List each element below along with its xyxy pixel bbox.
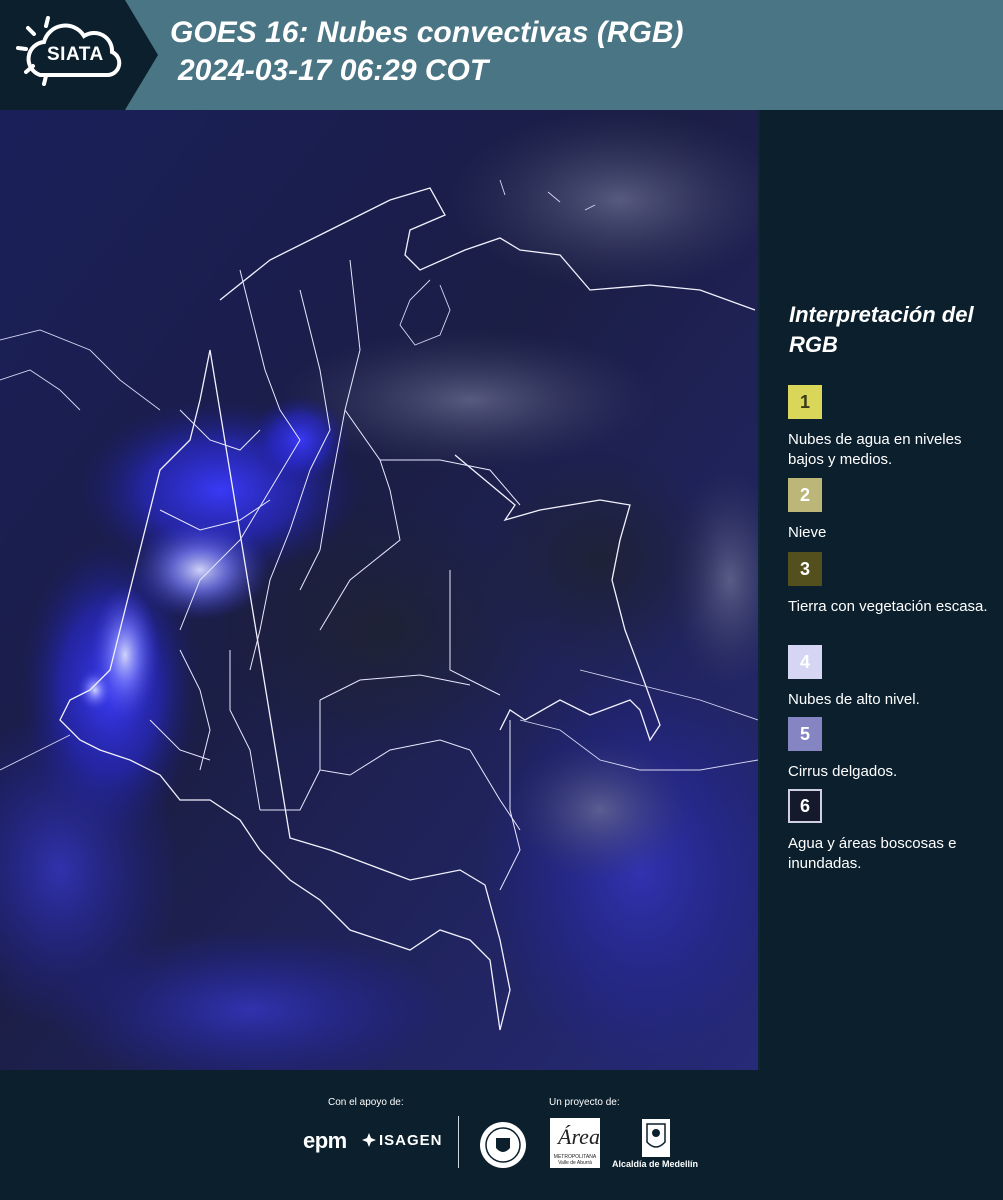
siata-logo: SIATA [0,0,160,110]
legend-label-2: Nieve [788,524,827,541]
project-label: Un proyecto de: [549,1097,620,1108]
legend-item-6: 6 Agua y áreas boscosas e inundadas. [788,789,988,874]
area-logo-text: Área [558,1124,600,1149]
isagen-mark-icon [362,1133,376,1147]
legend-item-1: 1 Nubes de agua en niveles bajos y medio… [788,385,988,470]
legend-swatch-6: 6 [788,789,822,823]
legend-item-3: 3 Tierra con vegetación escasa. [788,552,988,617]
support-label: Con el apoyo de: [328,1097,404,1108]
medellin-seal-icon [480,1122,526,1168]
title-product: GOES 16: Nubes convectivas (RGB) [170,16,684,49]
legend-panel: Interpretación del RGB 1 Nubes de agua e… [762,110,1003,1070]
legend-item-2: 2 Nieve [788,478,988,543]
header: SIATA GOES 16: Nubes convectivas (RGB) 2… [0,0,1003,110]
isagen-text: ISAGEN [379,1132,443,1149]
area-logo-subtext: METROPOLITANA Valle de Aburrá [553,1154,597,1166]
legend-swatch-4: 4 [788,645,822,679]
isagen-logo: ISAGEN [362,1132,443,1149]
legend-label-3: Tierra con vegetación escasa. [788,598,988,615]
legend-title: Interpretación del RGB [789,302,974,357]
legend-swatch-1: 1 [788,385,822,419]
footer: Con el apoyo de: Un proyecto de: epm ISA… [0,1070,1003,1200]
satellite-map[interactable] [0,110,760,1070]
siata-logo-text: SIATA [47,44,104,65]
alcaldia-shield-icon [642,1119,670,1157]
legend-item-4: 4 Nubes de alto nivel. [788,645,988,710]
alcaldia-text: Alcaldía de Medellín [612,1159,699,1169]
area-metropolitana-logo: Área METROPOLITANA Valle de Aburrá [550,1118,600,1168]
footer-divider [458,1116,459,1168]
legend-swatch-5: 5 [788,717,822,751]
legend-label-6: Agua y áreas boscosas e inundadas. [788,835,957,872]
legend-item-5: 5 Cirrus delgados. [788,717,988,782]
satellite-map-colombia-icon [0,110,758,1070]
title-timestamp: 2024-03-17 06:29 COT [178,54,489,87]
legend-swatch-3: 3 [788,552,822,586]
legend-swatch-2: 2 [788,478,822,512]
legend-label-1: Nubes de agua en niveles bajos y medios. [788,431,962,468]
legend-label-5: Cirrus delgados. [788,763,898,780]
epm-logo: epm [303,1128,347,1153]
legend-label-4: Nubes de alto nivel. [788,691,920,708]
page-title: GOES 16: Nubes convectivas (RGB) 2024-03… [170,14,684,90]
